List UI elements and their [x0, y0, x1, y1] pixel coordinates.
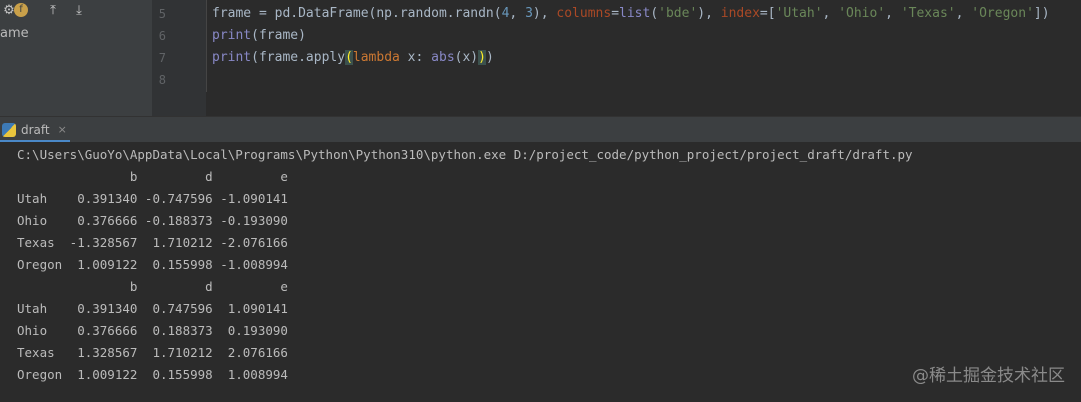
- line-number: 7: [158, 51, 166, 65]
- project-panel: ⚙ f ⤒ ⤓ ame: [0, 0, 152, 116]
- console-line: Utah 0.391340 0.747596 1.090141: [17, 301, 288, 316]
- close-icon[interactable]: ×: [58, 123, 67, 136]
- run-tool-window-header: draft ×: [0, 116, 1081, 142]
- console-line: Texas -1.328567 1.710212 -2.076166: [17, 235, 288, 250]
- project-tree-item[interactable]: ame: [0, 26, 29, 41]
- code-line[interactable]: print(frame.apply(lambda x: abs(x))): [212, 50, 494, 65]
- line-number: 5: [158, 7, 166, 21]
- code-editor[interactable]: frame = pd.DataFrame(np.random.randn(4, …: [207, 0, 1081, 116]
- code-line[interactable]: print(frame): [212, 28, 306, 43]
- line-number: 8: [158, 73, 166, 87]
- collapse-up-icon[interactable]: ⤒: [44, 1, 62, 19]
- editor-gutter: 5 6 7 8: [152, 0, 206, 116]
- run-tab-label: draft: [21, 122, 50, 137]
- console-line: C:\Users\GuoYo\AppData\Local\Programs\Py…: [17, 147, 913, 162]
- python-file-icon[interactable]: f: [12, 1, 30, 19]
- console-line: b d e: [17, 169, 288, 184]
- console-line: b d e: [17, 279, 288, 294]
- console-line: Utah 0.391340 -0.747596 -1.090141: [17, 191, 288, 206]
- watermark-text: @稀土掘金技术社区: [912, 366, 1065, 386]
- python-icon: [2, 122, 16, 137]
- console-line: Ohio 0.376666 0.188373 0.193090: [17, 323, 288, 338]
- console-line: Texas 1.328567 1.710212 2.076166: [17, 345, 288, 360]
- console-line: Ohio 0.376666 -0.188373 -0.193090: [17, 213, 288, 228]
- console-line: Oregon 1.009122 0.155998 -1.008994: [17, 257, 288, 272]
- code-line[interactable]: frame = pd.DataFrame(np.random.randn(4, …: [212, 6, 1050, 21]
- expand-down-icon[interactable]: ⤓: [70, 1, 88, 19]
- console-line: Oregon 1.009122 0.155998 1.008994: [17, 367, 288, 382]
- run-tab-draft[interactable]: draft ×: [0, 117, 70, 142]
- project-toolbar: ⚙ f ⤒ ⤓: [0, 0, 152, 20]
- line-number: 6: [158, 29, 166, 43]
